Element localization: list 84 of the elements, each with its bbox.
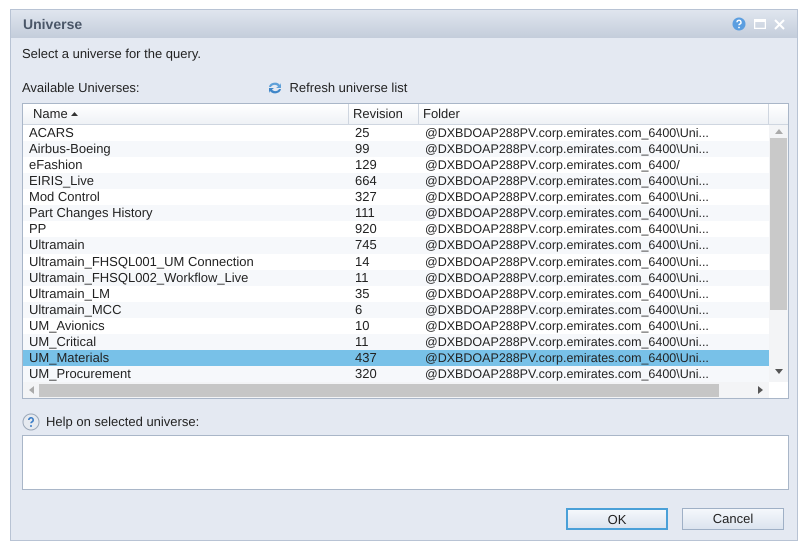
- table-row[interactable]: Part Changes History 111 @DXBDOAP288PV.corp.emirates.com_6400\Uni...: [23, 205, 769, 222]
- table-cell-text: 745: [354, 237, 378, 254]
- table-cell-text: @DXBDOAP288PV.corp.emirates.com_6400\Uni...: [424, 334, 710, 350]
- table-cell-text: Ultramain_FHSQL001_UM Connection: [28, 254, 255, 270]
- table-cell-text: UM_Procurement: [28, 366, 132, 382]
- table-cell-text: 664: [354, 173, 378, 190]
- table-row[interactable]: Ultramain_FHSQL001_UM Connection 14 @DXBDOAP288PV.corp.emirates.com_6400\Uni...: [23, 254, 769, 270]
- table-cell-text: 99: [354, 141, 370, 158]
- table-cell-text: @DXBDOAP288PV.corp.emirates.com_6400\Uni...: [424, 270, 710, 286]
- table-cell-text: Ultramain: [28, 237, 86, 254]
- instruction-text: Select a universe for the query.: [22, 45, 202, 63]
- table-cell-text: UM_Avionics: [28, 318, 106, 334]
- table-cell-text: @DXBDOAP288PV.corp.emirates.com_6400\Uni...: [424, 237, 710, 254]
- table-cell-text: 11: [354, 270, 370, 286]
- table-cell-text: @DXBDOAP288PV.corp.emirates.com_6400\Uni...: [424, 366, 710, 382]
- table-cell-text: eFashion: [28, 157, 84, 174]
- table-row[interactable]: Airbus-Boeing 99 @DXBDOAP288PV.corp.emirates.com_6400\Uni...: [23, 141, 769, 158]
- table-cell-text: @DXBDOAP288PV.corp.emirates.com_6400\Uni...: [424, 221, 710, 238]
- scroll-thumb[interactable]: [770, 138, 787, 310]
- scroll-thumb[interactable]: [39, 384, 719, 396]
- sort-ascending-icon: [70, 112, 78, 116]
- table-cell-text: 327: [354, 189, 378, 206]
- table-row[interactable]: UM_Critical 11 @DXBDOAP288PV.corp.emirates.com_6400\Uni...: [23, 334, 769, 350]
- horizontal-scrollbar[interactable]: [23, 382, 769, 398]
- table-cell-text: 320: [354, 366, 378, 382]
- table-cell-text: 129: [354, 157, 378, 174]
- close-icon[interactable]: [774, 18, 785, 30]
- table-cell-text: Part Changes History: [28, 205, 154, 222]
- vertical-scrollbar[interactable]: [769, 125, 788, 382]
- table-row[interactable]: Mod Control 327 @DXBDOAP288PV.corp.emirates.com_6400\Uni...: [23, 189, 769, 206]
- refresh-link[interactable]: Refresh universe list: [266, 78, 408, 98]
- cancel-button[interactable]: Cancel: [682, 508, 784, 530]
- table-cell-text: @DXBDOAP288PV.corp.emirates.com_6400\Uni...: [424, 189, 710, 206]
- table-row[interactable]: UM_Materials 437 @DXBDOAP288PV.corp.emirates.com_6400\Uni...: [23, 350, 769, 366]
- scroll-left-icon[interactable]: [29, 386, 34, 394]
- table-cell-text: @DXBDOAP288PV.corp.emirates.com_6400\Uni...: [424, 302, 710, 318]
- help-label: Help on selected universe:: [46, 413, 200, 432]
- table-cell-text: 25: [354, 125, 370, 142]
- table-cell-text: PP: [28, 221, 48, 238]
- scroll-down-icon[interactable]: [774, 369, 782, 374]
- table-row[interactable]: Ultramain_MCC 6 @DXBDOAP288PV.corp.emirates.com_6400\Uni...: [23, 302, 769, 318]
- table-cell-text: 11: [354, 334, 370, 350]
- table-row[interactable]: UM_Procurement 320 @DXBDOAP288PV.corp.emirates.com_6400\Uni...: [23, 366, 769, 382]
- table-cell-text: @DXBDOAP288PV.corp.emirates.com_6400\Uni...: [424, 125, 710, 142]
- table-cell-text: @DXBDOAP288PV.corp.emirates.com_6400\Uni...: [424, 205, 710, 222]
- table-cell-text: Ultramain_LM: [28, 286, 111, 302]
- column-header[interactable]: Revision: [349, 104, 419, 124]
- table-cell-text: 10: [354, 318, 370, 334]
- table-cell-text: @DXBDOAP288PV.corp.emirates.com_6400\Uni...: [424, 141, 710, 158]
- table-cell-text: 35: [354, 286, 370, 302]
- list-label: Available Universes:: [22, 79, 140, 98]
- help-icon: [22, 413, 40, 431]
- table-cell-text: Mod Control: [28, 189, 101, 206]
- table-row[interactable]: PP 920 @DXBDOAP288PV.corp.emirates.com_6400\Uni...: [23, 221, 769, 238]
- help-icon[interactable]: [732, 17, 746, 31]
- table-cell-text: @DXBDOAP288PV.corp.emirates.com_6400\Uni...: [424, 173, 710, 190]
- table-cell-text: @DXBDOAP288PV.corp.emirates.com_6400\Uni...: [424, 254, 710, 270]
- table-cell-text: 111: [354, 205, 376, 222]
- table-cell-text: @DXBDOAP288PV.corp.emirates.com_6400/: [424, 157, 681, 174]
- table-row[interactable]: Ultramain 745 @DXBDOAP288PV.corp.emirates.com_6400\Uni...: [23, 237, 769, 254]
- table-cell-text: ACARS: [28, 125, 75, 142]
- table-cell-text: Ultramain_MCC: [28, 302, 122, 318]
- scroll-up-icon[interactable]: [774, 129, 782, 134]
- table-cell-text: 6: [354, 302, 364, 318]
- table-cell-text: @DXBDOAP288PV.corp.emirates.com_6400\Uni...: [424, 318, 710, 334]
- scroll-right-icon[interactable]: [758, 386, 763, 394]
- table-cell-text: UM_Materials: [28, 350, 110, 366]
- table-row[interactable]: Ultramain_FHSQL002_Workflow_Live 11 @DXBDOAP288PV.corp.emirates.com_6400\Uni...: [23, 270, 769, 286]
- table-cell-text: Airbus-Boeing: [28, 141, 112, 158]
- table-cell-text: Ultramain_FHSQL002_Workflow_Live: [28, 270, 250, 286]
- table-cell-text: 14: [354, 254, 370, 270]
- table-cell-text: 437: [354, 350, 378, 366]
- table-cell-text: UM_Critical: [28, 334, 98, 350]
- table-row[interactable]: EIRIS_Live 664 @DXBDOAP288PV.corp.emirates.com_6400\Uni...: [23, 173, 769, 190]
- table-cell-text: @DXBDOAP288PV.corp.emirates.com_6400\Uni...: [424, 350, 710, 366]
- table-cell-text: @DXBDOAP288PV.corp.emirates.com_6400\Uni...: [424, 286, 710, 302]
- table-cell-text: 920: [354, 221, 378, 238]
- table-cell-text: EIRIS_Live: [28, 173, 96, 190]
- window-title: Universe: [23, 14, 82, 34]
- maximize-icon[interactable]: [754, 19, 766, 29]
- table-row[interactable]: Ultramain_LM 35 @DXBDOAP288PV.corp.emirates.com_6400\Uni...: [23, 286, 769, 302]
- column-header[interactable]: Name: [23, 104, 349, 124]
- column-header[interactable]: Folder: [419, 104, 769, 124]
- ok-button[interactable]: OK: [566, 508, 668, 530]
